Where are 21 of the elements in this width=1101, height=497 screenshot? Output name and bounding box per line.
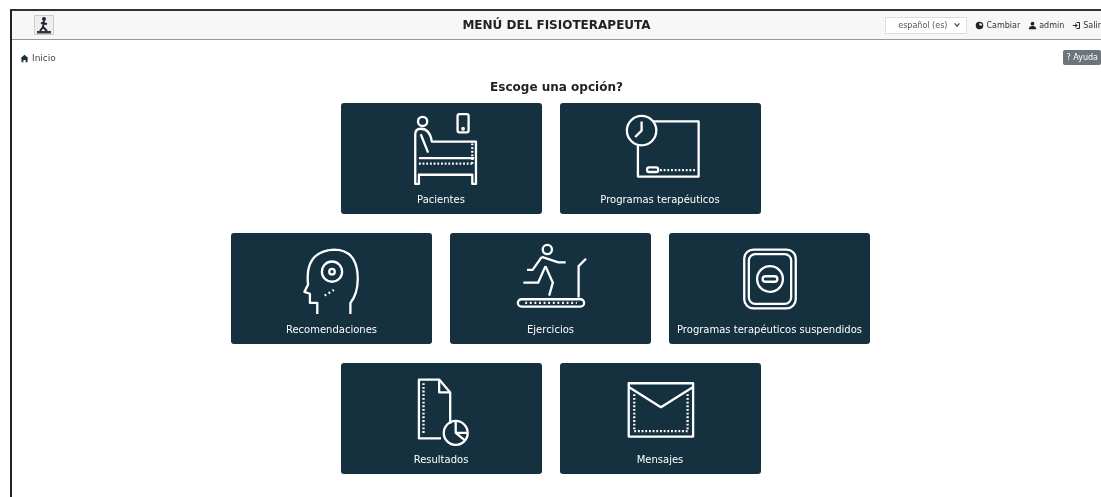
menu-tile[interactable]: Pacientes xyxy=(340,103,542,214)
pie-icon xyxy=(975,20,985,30)
header-link[interactable]: admin xyxy=(1028,20,1065,30)
home-icon xyxy=(20,53,29,63)
header-link[interactable]: Cambiar xyxy=(975,20,1021,30)
menu-tile[interactable]: Mensajes xyxy=(559,363,761,474)
page-title: MENÚ DEL FISIOTERAPEUTA xyxy=(462,18,651,32)
menu-tile[interactable]: Ejercicios xyxy=(450,233,651,344)
menu-tile[interactable]: Programas terapéuticos xyxy=(559,103,761,214)
menu-heading: Escoge una opción? xyxy=(489,80,624,94)
menu-tile[interactable]: Resultados xyxy=(340,363,542,474)
logo-icon[interactable] xyxy=(34,15,54,35)
menu-tile[interactable]: Programas terapéuticos suspendidos xyxy=(669,233,870,344)
menu-tile[interactable]: Recomendaciones xyxy=(231,233,432,344)
help-button[interactable]: ? Ayuda xyxy=(1063,50,1101,65)
chevron-down-icon xyxy=(953,21,962,29)
language-select[interactable]: español (es) xyxy=(885,16,968,34)
home-link[interactable]: Inicio xyxy=(20,53,56,63)
user-icon xyxy=(1028,20,1038,30)
header-link[interactable]: Salir xyxy=(1072,20,1101,30)
logout-icon xyxy=(1072,20,1082,30)
